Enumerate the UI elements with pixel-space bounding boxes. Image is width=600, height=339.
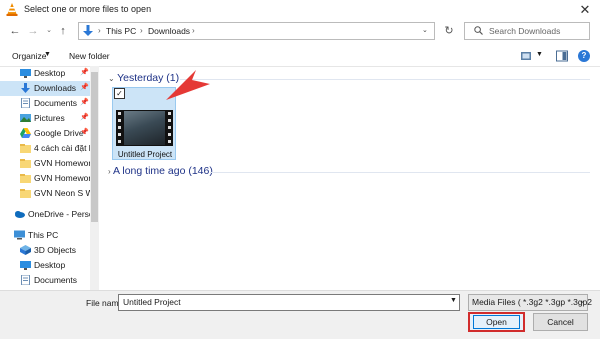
- nav-item-label: GVN Homework: [34, 158, 96, 168]
- nav-item-onedrive[interactable]: OneDrive - Persor: [0, 207, 97, 222]
- nav-item-label: Documents: [34, 275, 77, 285]
- group-divider: [180, 79, 590, 80]
- download-icon: [21, 83, 30, 93]
- vlc-icon: [6, 3, 18, 16]
- nav-item-label: OneDrive - Persor: [28, 209, 97, 219]
- desktop-icon: [20, 261, 31, 270]
- nav-scrollbar-thumb[interactable]: [91, 72, 98, 222]
- nav-item-desktop[interactable]: Desktop: [0, 258, 90, 273]
- view-dropdown-icon[interactable]: ▼: [536, 51, 543, 58]
- folder-icon: [20, 189, 31, 198]
- folder-icon: [20, 159, 31, 168]
- nav-item-documents[interactable]: Documents 📌: [0, 96, 90, 111]
- folder-icon: [20, 174, 31, 183]
- nav-item-folder[interactable]: GVN Homework: [0, 156, 95, 171]
- group-header-long-time-ago[interactable]: › A long time ago (146): [108, 165, 213, 177]
- google-drive-icon: [20, 128, 31, 138]
- pin-icon: 📌: [80, 99, 89, 106]
- view-options-icon[interactable]: [520, 50, 534, 62]
- file-checkbox[interactable]: ✓: [114, 88, 125, 99]
- file-name-label: Untitled Project: [117, 150, 173, 159]
- breadcrumb-separator-icon: ›: [192, 26, 195, 35]
- nav-item-google-drive[interactable]: Google Drive 📌: [0, 126, 90, 141]
- organize-dropdown-icon[interactable]: ▼: [44, 51, 51, 58]
- nav-item-pictures[interactable]: Pictures 📌: [0, 111, 90, 126]
- breadcrumb-this-pc[interactable]: This PC: [106, 26, 136, 36]
- address-dropdown-icon[interactable]: ⌄: [422, 26, 428, 34]
- recent-locations-chevron-icon[interactable]: ⌄: [42, 24, 56, 38]
- nav-item-label: GVN Neon S Wh: [34, 188, 99, 198]
- video-thumbnail-image: [124, 111, 165, 145]
- file-name-dropdown-icon[interactable]: ▼: [450, 297, 457, 304]
- onedrive-icon: [15, 211, 25, 218]
- folder-icon: [20, 144, 31, 153]
- nav-item-desktop[interactable]: Desktop 📌: [0, 66, 90, 81]
- pc-icon: [14, 230, 25, 240]
- nav-item-3d-objects[interactable]: 3D Objects: [0, 243, 90, 258]
- nav-item-documents[interactable]: Documents: [0, 273, 90, 288]
- refresh-icon[interactable]: ↻: [440, 22, 458, 40]
- search-placeholder: Search Downloads: [489, 26, 561, 36]
- new-folder-button[interactable]: New folder: [69, 51, 110, 61]
- documents-icon: [21, 275, 30, 285]
- breadcrumb-downloads[interactable]: Downloads: [148, 26, 190, 36]
- group-title: A long time ago (146): [113, 165, 213, 177]
- nav-item-label: Desktop: [34, 68, 66, 78]
- breadcrumb-separator-icon: ›: [98, 26, 101, 35]
- nav-item-this-pc[interactable]: This PC: [0, 228, 84, 243]
- nav-item-label: Pictures: [34, 113, 65, 123]
- pictures-icon: [20, 114, 31, 122]
- nav-item-folder[interactable]: GVN Neon S Wh: [0, 186, 98, 201]
- cancel-button-label: Cancel: [547, 317, 574, 327]
- help-icon[interactable]: ?: [578, 50, 590, 62]
- preview-pane-icon[interactable]: [556, 50, 568, 62]
- pin-icon: 📌: [80, 129, 89, 136]
- window-title: Select one or more files to open: [24, 4, 152, 14]
- pin-icon: 📌: [80, 114, 89, 121]
- breadcrumb-separator-icon: ›: [140, 26, 143, 35]
- nav-item-folder[interactable]: GVN Homework: [0, 171, 95, 186]
- nav-item-label: Downloads: [34, 83, 77, 93]
- up-arrow-icon[interactable]: ↑: [56, 24, 70, 38]
- pin-icon: 📌: [80, 84, 89, 91]
- file-name-value: Untitled Project: [123, 297, 181, 307]
- nav-item-label: This PC: [28, 230, 59, 240]
- red-arrow-annotation: [166, 70, 210, 100]
- nav-item-label: Google Drive: [34, 128, 84, 138]
- file-type-value: Media Files ( *.3g2 *.3gp *.3gp2: [472, 297, 593, 307]
- expand-chevron-icon[interactable]: ›: [108, 167, 111, 176]
- nav-item-label: GVN Homework: [34, 173, 96, 183]
- nav-item-label: 3D Objects: [34, 245, 77, 255]
- nav-item-folder[interactable]: 4 cách cài đặt hì: [0, 141, 96, 156]
- back-arrow-icon[interactable]: ←: [8, 24, 22, 38]
- forward-arrow-icon[interactable]: →: [26, 24, 40, 38]
- desktop-icon: [20, 69, 31, 78]
- search-icon: [474, 26, 483, 35]
- nav-item-label: Documents: [34, 98, 77, 108]
- close-button[interactable]: ✕: [574, 2, 596, 18]
- pin-icon: 📌: [80, 69, 89, 76]
- documents-icon: [21, 98, 30, 108]
- nav-item-label: 4 cách cài đặt hì: [34, 143, 96, 153]
- navigation-pane: Desktop 📌 Downloads 📌 Documents 📌 Pictur…: [0, 66, 100, 290]
- nav-item-downloads[interactable]: Downloads 📌: [0, 81, 90, 96]
- nav-item-label: Desktop: [34, 260, 66, 270]
- group-divider: [210, 172, 590, 173]
- download-icon: [83, 25, 93, 36]
- open-button-label: Open: [486, 317, 507, 327]
- organize-button[interactable]: Organize: [12, 51, 47, 61]
- file-type-dropdown-icon[interactable]: ⌄: [579, 297, 585, 305]
- 3d-objects-icon: [20, 245, 31, 255]
- collapse-chevron-icon[interactable]: ⌄: [108, 74, 115, 83]
